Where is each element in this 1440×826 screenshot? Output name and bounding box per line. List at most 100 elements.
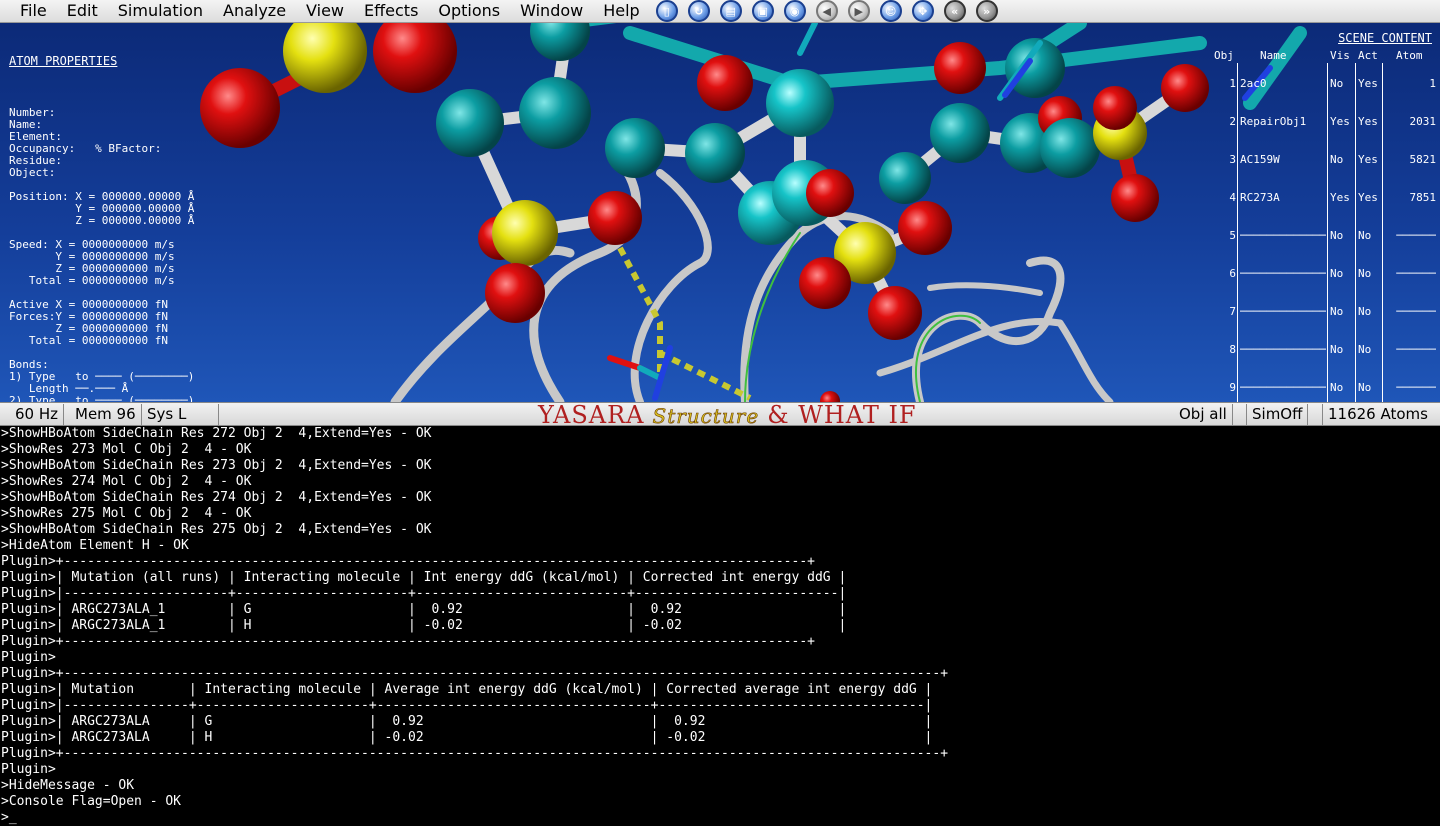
menu-window[interactable]: Window [510, 0, 593, 22]
scene-cell-name: 2ac0 [1240, 77, 1267, 90]
scene-cell-name: AC159W [1240, 153, 1280, 166]
scene-cell-act: No [1358, 381, 1372, 394]
back-icon[interactable]: ◀ [815, 0, 838, 22]
scene-object-row[interactable]: 3 AC159W No Yes 5821 [1210, 153, 1440, 169]
logo-yasara: YASARA [538, 401, 645, 429]
logo-whatif: & WHAT IF [767, 401, 917, 429]
scene-cell-vis: No [1330, 77, 1344, 90]
screenshot-icon[interactable]: ▣ [751, 0, 774, 22]
rewind-icon[interactable]: « [943, 0, 966, 22]
scene-cell-name: ───────────── [1240, 267, 1326, 280]
menu-simulation[interactable]: Simulation [108, 0, 213, 22]
console-line: Plugin>| ARGC273ALA | G | 0.92 | 0.92 | [1, 714, 933, 729]
scene-cell-vis: No [1330, 153, 1344, 166]
scene-cell-name: ───────────── [1240, 343, 1326, 356]
console-line: Plugin>| Mutation (all runs) | Interacti… [1, 570, 847, 585]
console-line: Plugin> [1, 762, 56, 777]
scene-cell-obj: 6 [1229, 267, 1236, 280]
console-line: >ShowHBoAtom SideChain Res 275 Obj 2 4,E… [1, 522, 432, 537]
console-line: Plugin>+--------------------------------… [1, 746, 949, 761]
atom-properties-lines: Number: Name: Element: Occupancy: % BFactor… [9, 107, 195, 403]
scene-cell-vis: No [1330, 305, 1344, 318]
scene-object-row[interactable]: 8 ───────────── No No ────── [1210, 343, 1440, 359]
scene-cell-obj: 7 [1229, 305, 1236, 318]
scene-cell-act: Yes [1358, 191, 1378, 204]
atom-property-line: Total = 0000000000 m/s [9, 274, 175, 287]
scene-cell-name: ───────────── [1240, 229, 1326, 242]
console-line: Plugin> [1, 650, 56, 665]
forward-icon[interactable]: ▶ [847, 0, 870, 22]
scene-object-row[interactable]: 7 ───────────── No No ────── [1210, 305, 1440, 321]
face-icon[interactable]: ☺ [879, 0, 902, 22]
molecule-viewport[interactable]: ATOM PROPERTIES Number: Name: Element: Occu… [0, 23, 1440, 402]
scene-cell-obj: 3 [1229, 153, 1236, 166]
scene-cell-name: ───────────── [1240, 381, 1326, 394]
menu-edit[interactable]: Edit [57, 0, 108, 22]
scene-object-row[interactable]: 4 RC273A Yes Yes 7851 [1210, 191, 1440, 207]
scene-cell-act: No [1358, 305, 1372, 318]
console-line: Plugin>|----------------+---------------… [1, 698, 933, 713]
scene-content-panel: SCENE CONTENT Obj Name Vis Act Atom 1 2ac… [1210, 31, 1440, 402]
toolbar: ▯ ↻ ▤ ▣ ◉ ◀ ▶ ☺ ✥ « » [655, 0, 1008, 22]
scene-cell-atom: ────── [1396, 305, 1436, 318]
scene-cell-atom: ────── [1396, 229, 1436, 242]
color-globe-icon[interactable]: ◉ [783, 0, 806, 22]
scene-cell-act: Yes [1358, 77, 1378, 90]
menu-help[interactable]: Help [593, 0, 649, 22]
console-line: >ShowHBoAtom SideChain Res 274 Obj 2 4,E… [1, 490, 432, 505]
menu-view[interactable]: View [296, 0, 354, 22]
scene-cell-atom: ────── [1396, 267, 1436, 280]
framerate-indicator: 60 Hz [10, 404, 65, 425]
simulation-toggle[interactable]: SimOff [1246, 404, 1309, 425]
scene-cell-vis: No [1330, 229, 1344, 242]
scene-header-name: Name [1260, 49, 1287, 62]
scene-cell-vis: Yes [1330, 191, 1350, 204]
object-selector[interactable]: Obj all [1174, 404, 1233, 425]
scene-cell-act: No [1358, 229, 1372, 242]
scene-object-row[interactable]: 5 ───────────── No No ────── [1210, 229, 1440, 245]
atom-property-line: Z = 000000.00000 Å [9, 214, 195, 227]
scene-cell-act: Yes [1358, 115, 1378, 128]
scene-cell-obj: 2 [1229, 115, 1236, 128]
console-line: >Console Flag=Open - OK [1, 794, 182, 809]
console-line: >ShowRes 273 Mol C Obj 2 4 - OK [1, 442, 252, 457]
save-icon[interactable]: ▤ [719, 0, 742, 22]
fast-forward-icon[interactable]: » [975, 0, 998, 22]
scene-cell-act: Yes [1358, 153, 1378, 166]
atom-property-line: Object: [9, 166, 56, 179]
scene-cell-obj: 8 [1229, 343, 1236, 356]
console-line: Plugin>+--------------------------------… [1, 666, 949, 681]
scene-cell-act: No [1358, 343, 1372, 356]
console-line: Plugin>| ARGC273ALA | H | -0.02 | -0.02 … [1, 730, 933, 745]
console[interactable]: >ShowHBoAtom SideChain Res 272 Obj 2 4,E… [0, 426, 1440, 826]
new-file-icon[interactable]: ▯ [655, 0, 678, 22]
scene-cell-act: No [1358, 267, 1372, 280]
scene-cell-obj: 1 [1229, 77, 1236, 90]
console-line: >ShowRes 274 Mol C Obj 2 4 - OK [1, 474, 252, 489]
menu-effects[interactable]: Effects [354, 0, 428, 22]
menu-file[interactable]: File [0, 0, 57, 22]
scene-cell-vis: Yes [1330, 115, 1350, 128]
scene-object-row[interactable]: 2 RepairObj1 Yes Yes 2031 [1210, 115, 1440, 131]
console-line: >HideAtom Element H - OK [1, 538, 189, 553]
scene-cell-atom: ────── [1396, 381, 1436, 394]
scene-cell-vis: No [1330, 381, 1344, 394]
atom-properties-panel: ATOM PROPERTIES Number: Name: Element: Occu… [9, 31, 194, 402]
menu-analyze[interactable]: Analyze [213, 0, 296, 22]
scene-cell-obj: 5 [1229, 229, 1236, 242]
scene-object-row[interactable]: 1 2ac0 No Yes 1 [1210, 77, 1440, 93]
move-icon[interactable]: ✥ [911, 0, 934, 22]
menu-options[interactable]: Options [428, 0, 510, 22]
scene-cell-vis: No [1330, 343, 1344, 356]
scene-object-row[interactable]: 6 ───────────── No No ────── [1210, 267, 1440, 283]
logo-structure: Structure [652, 404, 760, 429]
scene-cell-name: RepairObj1 [1240, 115, 1307, 128]
scene-object-row[interactable]: 9 ───────────── No No ────── [1210, 381, 1440, 397]
open-file-icon[interactable]: ↻ [687, 0, 710, 22]
scene-cell-obj: 4 [1229, 191, 1236, 204]
scene-cell-name: RC273A [1240, 191, 1280, 204]
status-bar: 60 Hz Mem 96 Sys L YASARA Structure & WHAT… [0, 401, 1440, 429]
scene-content-title: SCENE CONTENT [1338, 31, 1432, 45]
scene-header-atom: Atom [1396, 49, 1423, 62]
atom-count: 11626 Atoms [1322, 404, 1433, 425]
